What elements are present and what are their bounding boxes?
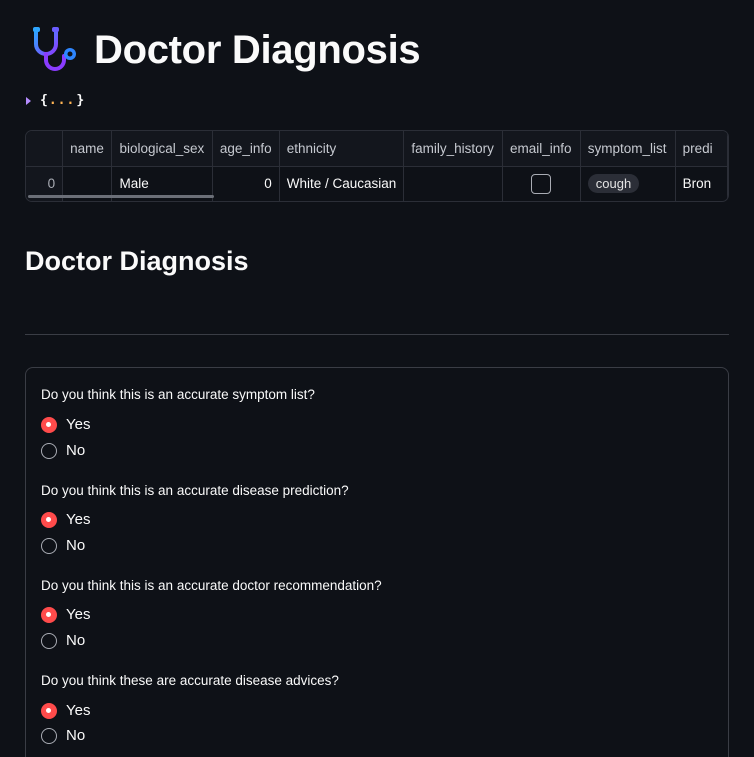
json-open-brace: { [40,93,48,108]
question-disease-prediction: Do you think this is an accurate disease… [41,483,349,498]
column-header-family-history[interactable]: family_history [403,131,504,167]
radio-selected-icon[interactable] [41,702,57,719]
cell-age-info[interactable]: 0 [212,166,280,201]
app-page: Doctor Diagnosis { ... } name biological… [0,0,754,757]
cell-symptom-list[interactable]: cough [580,166,676,201]
horizontal-scrollbar[interactable] [28,195,214,198]
cell-family-history[interactable] [403,166,504,201]
table-header-row: name biological_sex age_info ethnicity f… [26,131,728,167]
radio-option-prediction-no[interactable]: No [41,537,85,554]
radio-option-symptom-no[interactable]: No [41,442,85,459]
radio-label: Yes [66,511,91,528]
expand-caret-icon[interactable] [26,96,31,105]
dataframe[interactable]: name biological_sex age_info ethnicity f… [25,130,729,202]
column-header-email-info[interactable]: email_info [502,131,581,167]
radio-option-advices-yes[interactable]: Yes [41,702,90,719]
radio-option-recommendation-no[interactable]: No [41,632,85,649]
column-header-index[interactable] [26,131,64,167]
radio-selected-icon[interactable] [41,416,57,433]
data-table: name biological_sex age_info ethnicity f… [26,131,728,201]
divider [25,334,729,335]
column-header-ethnicity[interactable]: ethnicity [279,131,405,167]
radio-label: Yes [66,702,91,719]
radio-label: No [66,727,86,744]
radio-selected-icon[interactable] [41,511,57,528]
radio-label: No [66,632,86,649]
radio-label: No [66,537,86,554]
json-collapsed-dots[interactable]: ... [49,93,75,108]
radio-label: Yes [66,416,91,433]
radio-selected-icon[interactable] [41,606,57,623]
email-info-checkbox[interactable] [531,173,552,194]
cell-ethnicity[interactable]: White / Caucasian [279,166,405,201]
page-title: Doctor Diagnosis [94,27,421,72]
column-header-biological-sex[interactable]: biological_sex [111,131,213,167]
page-header: Doctor Diagnosis [30,24,421,76]
diagnosis-form: Do you think this is an accurate symptom… [25,367,729,757]
cell-email-info[interactable] [502,166,581,201]
column-header-symptom-list[interactable]: symptom_list [580,131,676,167]
column-header-name[interactable]: name [62,131,113,167]
column-header-age-info[interactable]: age_info [212,131,280,167]
radio-unselected-icon[interactable] [41,632,57,649]
cell-prediction[interactable]: Bron [675,166,728,201]
radio-option-advices-no[interactable]: No [41,727,85,744]
section-title: Doctor Diagnosis [25,246,249,276]
stethoscope-icon [33,27,76,71]
json-close-brace: } [76,93,85,108]
radio-label: Yes [66,606,91,623]
radio-unselected-icon[interactable] [41,442,57,459]
radio-label: No [66,442,86,459]
radio-option-prediction-yes[interactable]: Yes [41,511,90,528]
question-symptom-list: Do you think this is an accurate symptom… [41,387,315,402]
symptom-pill: cough [587,174,640,194]
json-viewer-toggle[interactable]: { ... } [26,93,84,108]
question-doctor-recommendation: Do you think this is an accurate doctor … [41,578,382,593]
radio-option-recommendation-yes[interactable]: Yes [41,606,90,623]
column-header-prediction[interactable]: predi [675,131,728,167]
radio-option-symptom-yes[interactable]: Yes [41,416,90,433]
question-disease-advices: Do you think these are accurate disease … [41,673,339,688]
radio-unselected-icon[interactable] [41,537,57,554]
radio-unselected-icon[interactable] [41,727,57,744]
